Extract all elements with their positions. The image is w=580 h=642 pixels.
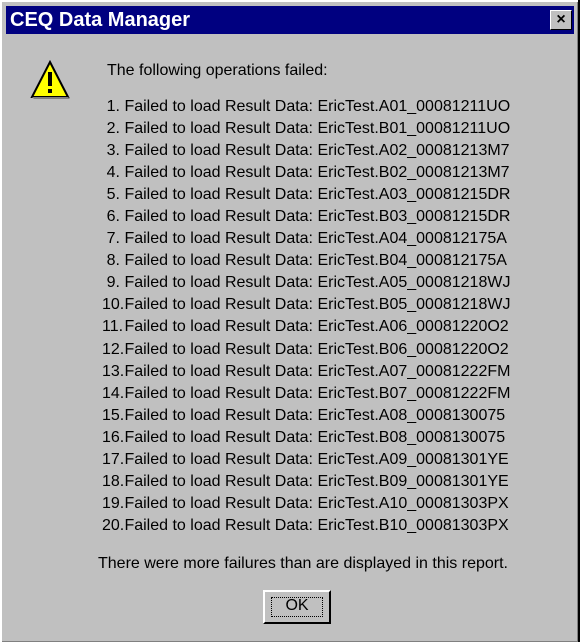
list-item: 10. Failed to load Result Data: EricTest… <box>102 294 510 316</box>
item-number: 7. <box>106 230 120 248</box>
title-bar[interactable]: CEQ Data Manager × <box>6 6 574 34</box>
list-item: 5. Failed to load Result Data: EricTest.… <box>102 184 511 206</box>
list-item: 14. Failed to load Result Data: EricTest… <box>102 383 510 405</box>
item-number: 3. <box>106 142 120 160</box>
item-number: 10. <box>102 296 125 314</box>
failure-list: 1. Failed to load Result Data: EricTest.… <box>102 96 510 537</box>
item-text: Failed to load Result Data: EricTest.B10… <box>124 516 509 534</box>
item-number: 14. <box>102 384 125 402</box>
item-text: Failed to load Result Data: EricTest.A06… <box>124 318 509 336</box>
item-text: Failed to load Result Data: EricTest.A05… <box>124 274 511 292</box>
item-text: Failed to load Result Data: EricTest.A03… <box>124 186 511 204</box>
list-item: 7. Failed to load Result Data: EricTest.… <box>102 228 510 250</box>
failure-header: The following operations failed: <box>107 62 328 79</box>
item-number: 9. <box>106 274 120 292</box>
item-text: Failed to load Result Data: EricTest.B04… <box>124 252 507 270</box>
item-number: 16. <box>102 428 125 446</box>
list-item: 2. Failed to load Result Data: EricTest.… <box>102 118 511 140</box>
item-number: 20. <box>102 516 125 534</box>
item-text: Failed to load Result Data: EricTest.B08… <box>124 428 506 446</box>
close-icon: × <box>556 11 566 28</box>
error-dialog: CEQ Data Manager × The following operati… <box>0 0 578 642</box>
list-item: 8. Failed to load Result Data: EricTest.… <box>102 250 510 272</box>
item-text: Failed to load Result Data: EricTest.A02… <box>124 142 510 160</box>
list-item: 13. Failed to load Result Data: EricTest… <box>102 361 510 383</box>
item-text: Failed to load Result Data: EricTest.A04… <box>124 230 507 248</box>
focus-rectangle <box>271 597 323 617</box>
list-item: 15. Failed to load Result Data: EricTest… <box>102 405 510 427</box>
warning-icon <box>30 60 70 99</box>
close-button[interactable]: × <box>550 10 572 30</box>
item-text: Failed to load Result Data: EricTest.A08… <box>124 406 506 424</box>
item-number: 12. <box>102 340 125 358</box>
window-title: CEQ Data Manager <box>10 9 191 31</box>
item-text: Failed to load Result Data: EricTest.B09… <box>124 472 509 490</box>
item-text: Failed to load Result Data: EricTest.B07… <box>124 384 511 402</box>
item-number: 4. <box>106 164 120 182</box>
list-item: 3. Failed to load Result Data: EricTest.… <box>102 140 510 162</box>
ok-button[interactable]: OK <box>263 590 331 624</box>
item-number: 19. <box>102 494 125 512</box>
list-item: 19. Failed to load Result Data: EricTest… <box>102 493 510 515</box>
item-number: 13. <box>102 362 125 380</box>
list-item: 11. Failed to load Result Data: EricTest… <box>102 316 510 338</box>
item-number: 11. <box>102 318 124 336</box>
list-item: 1. Failed to load Result Data: EricTest.… <box>102 96 511 118</box>
item-text: Failed to load Result Data: EricTest.B02… <box>124 164 510 182</box>
list-item: 6. Failed to load Result Data: EricTest.… <box>102 206 511 228</box>
list-item: 18. Failed to load Result Data: EricTest… <box>102 471 510 493</box>
item-number: 2. <box>106 120 120 138</box>
item-text: Failed to load Result Data: EricTest.B05… <box>124 296 511 314</box>
item-number: 8. <box>106 252 120 270</box>
item-text: Failed to load Result Data: EricTest.A10… <box>124 494 509 512</box>
item-number: 5. <box>106 186 120 204</box>
list-item: 9. Failed to load Result Data: EricTest.… <box>102 272 511 294</box>
item-text: Failed to load Result Data: EricTest.A01… <box>124 98 511 115</box>
item-text: Failed to load Result Data: EricTest.B01… <box>124 120 511 138</box>
list-item: 12. Failed to load Result Data: EricTest… <box>102 339 510 361</box>
item-text: Failed to load Result Data: EricTest.B03… <box>124 208 511 226</box>
list-item: 20. Failed to load Result Data: EricTest… <box>102 515 510 537</box>
item-number: 18. <box>102 472 125 490</box>
item-text: Failed to load Result Data: EricTest.B06… <box>124 340 509 358</box>
item-number: 6. <box>106 208 120 226</box>
item-number: 15. <box>102 406 125 424</box>
item-number: 1. <box>106 98 120 115</box>
item-text: Failed to load Result Data: EricTest.A09… <box>124 450 509 468</box>
truncation-notice: There were more failures than are displa… <box>98 555 508 572</box>
list-item: 4. Failed to load Result Data: EricTest.… <box>102 162 510 184</box>
item-text: Failed to load Result Data: EricTest.A07… <box>124 362 511 380</box>
item-number: 17. <box>102 450 125 468</box>
list-item: 17. Failed to load Result Data: EricTest… <box>102 449 510 471</box>
list-item: 16. Failed to load Result Data: EricTest… <box>102 427 510 449</box>
